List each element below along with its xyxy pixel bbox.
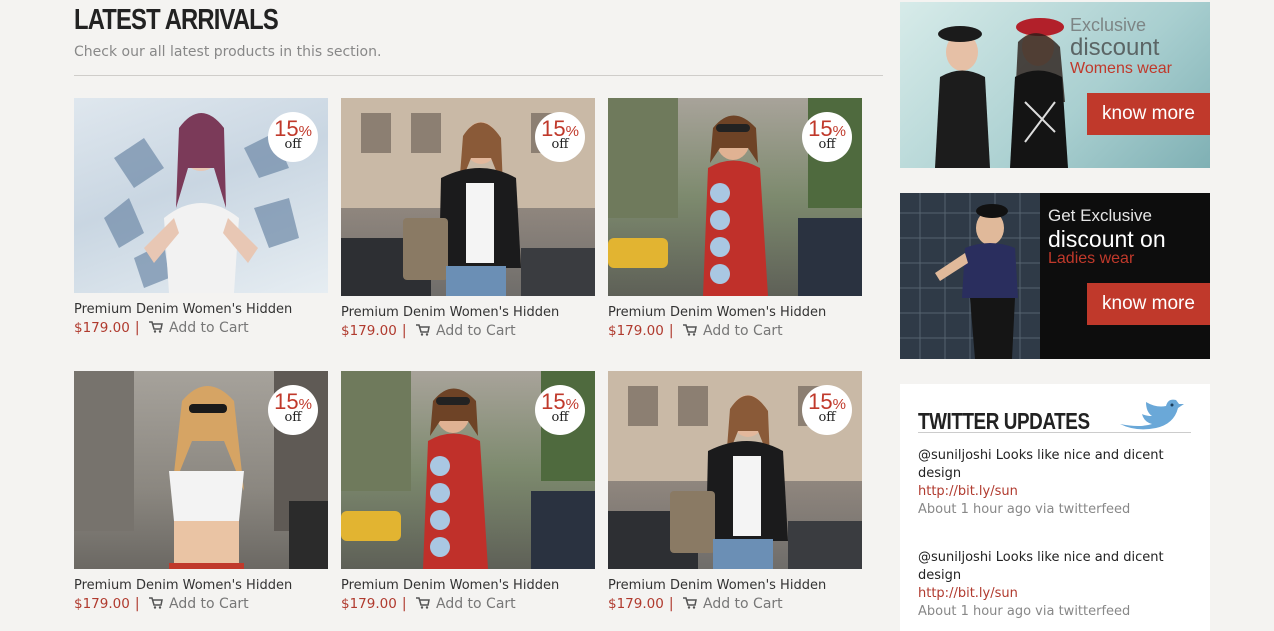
product-price: $179.00: [74, 596, 130, 612]
twitter-divider: [918, 432, 1191, 433]
add-to-cart-button[interactable]: Add to Cart: [149, 596, 249, 612]
add-to-cart-button[interactable]: Add to Cart: [416, 323, 516, 339]
section-subtitle: Check our all latest products in this se…: [74, 44, 382, 60]
discount-badge: 15% off: [535, 385, 585, 435]
separator: |: [668, 323, 674, 339]
discount-badge: 15% off: [802, 385, 852, 435]
twitter-title: TWITTER UPDATES: [918, 408, 1090, 434]
product-card[interactable]: 15% off Premium Denim Women's Hidden $17…: [341, 98, 595, 339]
product-card[interactable]: 15% off Premium Denim Women's Hidden $17…: [608, 98, 862, 339]
add-to-cart-button[interactable]: Add to Cart: [683, 596, 783, 612]
cart-icon: [416, 597, 430, 609]
add-to-cart-label: Add to Cart: [169, 320, 249, 336]
product-image[interactable]: 15% off: [341, 98, 595, 296]
product-card[interactable]: 15% off Premium Denim Women's Hidden $17…: [341, 371, 595, 612]
add-to-cart-button[interactable]: Add to Cart: [683, 323, 783, 339]
add-to-cart-label: Add to Cart: [169, 596, 249, 612]
product-name[interactable]: Premium Denim Women's Hidden: [341, 305, 595, 320]
tweet-item: @suniljoshi Looks like nice and dicent d…: [918, 549, 1178, 621]
promo-line3: Womens wear: [1070, 60, 1172, 77]
add-to-cart-label: Add to Cart: [436, 323, 516, 339]
discount-badge: 15% off: [268, 385, 318, 435]
product-card[interactable]: 15% off Premium Denim Women's Hidden $17…: [74, 371, 328, 612]
promo-line1: Get Exclusive: [1048, 206, 1152, 225]
product-card[interactable]: 15% off Premium Denim Women's Hidden $17…: [74, 98, 328, 336]
product-name[interactable]: Premium Denim Women's Hidden: [608, 578, 862, 593]
product-image[interactable]: 15% off: [608, 98, 862, 296]
promo-line2: discount on: [1048, 226, 1166, 252]
separator: |: [134, 596, 140, 612]
separator: |: [668, 596, 674, 612]
product-image[interactable]: 15% off: [74, 371, 328, 569]
cart-icon: [416, 324, 430, 336]
know-more-button[interactable]: know more: [1087, 93, 1210, 135]
cart-icon: [683, 597, 697, 609]
separator: |: [401, 323, 407, 339]
product-price: $179.00: [74, 320, 130, 336]
add-to-cart-button[interactable]: Add to Cart: [416, 596, 516, 612]
promo-line3: Ladies wear: [1048, 250, 1135, 267]
cart-icon: [149, 321, 163, 333]
product-price: $179.00: [608, 323, 664, 339]
add-to-cart-label: Add to Cart: [703, 596, 783, 612]
product-name[interactable]: Premium Denim Women's Hidden: [608, 305, 862, 320]
tweet-time: About 1 hour ago via twitterfeed: [918, 604, 1131, 619]
twitter-widget: TWITTER UPDATES @suniljoshi Looks like n…: [900, 384, 1210, 631]
tweet-link[interactable]: http://bit.ly/sun: [918, 483, 1178, 501]
promo-banner-womens[interactable]: Exclusive discount Womens wear know more: [900, 2, 1210, 168]
promo-banner-ladies[interactable]: Get Exclusive discount on Ladies wear kn…: [900, 193, 1210, 359]
separator: |: [134, 320, 140, 336]
promo-line1: Exclusive: [1070, 15, 1147, 35]
discount-badge: 15% off: [535, 112, 585, 162]
promo-line2: discount: [1070, 34, 1160, 61]
twitter-bird-icon: [1120, 399, 1184, 430]
product-price: $179.00: [341, 323, 397, 339]
product-name[interactable]: Premium Denim Women's Hidden: [74, 302, 328, 317]
add-to-cart-button[interactable]: Add to Cart: [149, 320, 249, 336]
product-image[interactable]: 15% off: [608, 371, 862, 569]
section-title: LATEST ARRIVALS: [74, 4, 279, 36]
discount-badge: 15% off: [802, 112, 852, 162]
product-name[interactable]: Premium Denim Women's Hidden: [74, 578, 328, 593]
cart-icon: [149, 597, 163, 609]
tweet-item: @suniljoshi Looks like nice and dicent d…: [918, 447, 1178, 519]
product-price: $179.00: [608, 596, 664, 612]
product-image[interactable]: 15% off: [341, 371, 595, 569]
product-image[interactable]: 15% off: [74, 98, 328, 293]
add-to-cart-label: Add to Cart: [703, 323, 783, 339]
separator: |: [401, 596, 407, 612]
discount-badge: 15% off: [268, 112, 318, 162]
promo-models-image: [935, 18, 1068, 168]
tweet-text: @suniljoshi Looks like nice and dicent d…: [918, 550, 1164, 583]
product-price: $179.00: [341, 596, 397, 612]
tweet-time: About 1 hour ago via twitterfeed: [918, 502, 1131, 517]
tweet-link[interactable]: http://bit.ly/sun: [918, 585, 1178, 603]
know-more-button[interactable]: know more: [1087, 283, 1210, 325]
tweet-text: @suniljoshi Looks like nice and dicent d…: [918, 448, 1164, 481]
add-to-cart-label: Add to Cart: [436, 596, 516, 612]
product-card[interactable]: 15% off Premium Denim Women's Hidden $17…: [608, 371, 862, 612]
section-divider: [74, 75, 883, 76]
cart-icon: [683, 324, 697, 336]
product-name[interactable]: Premium Denim Women's Hidden: [341, 578, 595, 593]
